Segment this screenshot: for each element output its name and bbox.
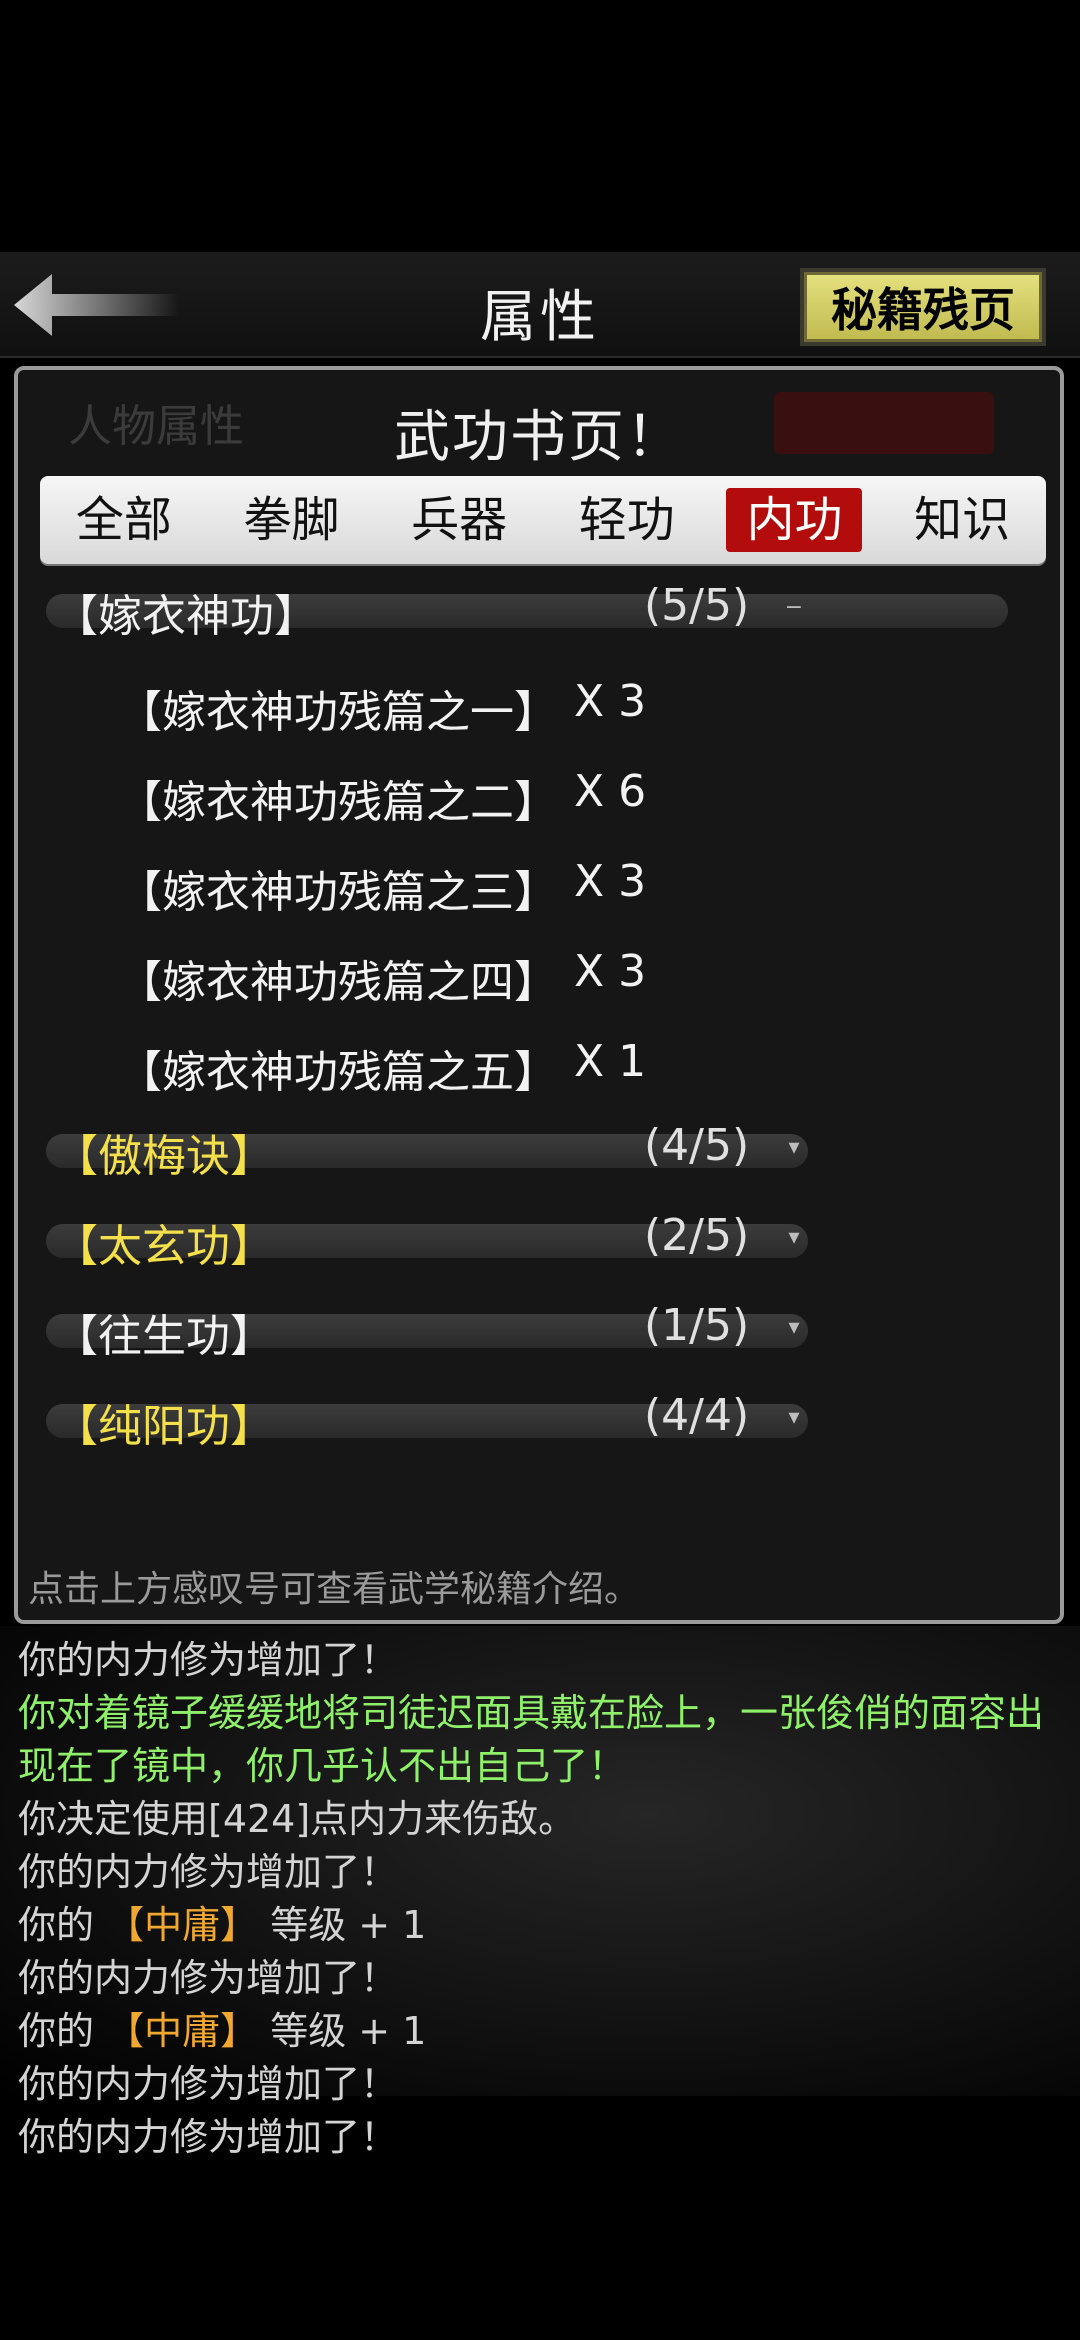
- skill-group-count: (4/4): [644, 1390, 750, 1441]
- fragment-item[interactable]: 【嫁衣神功残篇之四】 X 3: [18, 926, 1058, 1016]
- fragment-name: 【嫁衣神功残篇之四】: [118, 957, 558, 1008]
- skill-group[interactable]: 【往生功】 (1/5) ▾: [18, 1286, 1058, 1376]
- skill-group-name: 【纯阳功】: [54, 1401, 274, 1452]
- log-line: 你的 【中庸】 等级 + 1: [18, 2005, 1068, 2058]
- martial-pages-panel: 人物属性 武功书页！ 全部 拳脚 兵器 轻功 内功 知识 【嫁衣神功】 (5/5) − 【嫁衣神…: [14, 366, 1064, 1624]
- hint-text: 点击上方感叹号可查看武学秘籍介绍。: [28, 1569, 641, 1610]
- expand-icon[interactable]: ▾: [774, 1312, 814, 1342]
- log-line: 你对着镜子缓缓地将司徒迟面具戴在脸上，一张俊俏的面容出现在了镜中，你几乎认不出自…: [18, 1691, 1045, 1788]
- skill-group[interactable]: 【嫁衣神功】 (5/5) −: [18, 566, 1058, 656]
- skill-group-name: 【傲梅诀】: [54, 1131, 274, 1182]
- log-line: 你的 【中庸】 等级 + 1: [18, 1899, 1068, 1952]
- skill-group[interactable]: 【纯阳功】 (4/4) ▾: [18, 1376, 1058, 1466]
- fragment-item[interactable]: 【嫁衣神功残篇之三】 X 3: [18, 836, 1058, 926]
- log-line: 你的内力修为增加了！: [18, 1956, 399, 2000]
- status-area: [0, 0, 1080, 252]
- expand-icon[interactable]: ▾: [774, 1402, 814, 1432]
- skill-group-count: (1/5): [644, 1300, 750, 1351]
- skill-list: 【嫁衣神功】 (5/5) − 【嫁衣神功残篇之一】 X 3 【嫁衣神功残篇之二】 X 6 【嫁…: [18, 566, 1058, 1466]
- fragment-item[interactable]: 【嫁衣神功残篇之五】 X 1: [18, 1016, 1058, 1106]
- fragment-name: 【嫁衣神功残篇之一】: [118, 687, 558, 738]
- fragment-name: 【嫁衣神功残篇之二】: [118, 777, 558, 828]
- log-line: 你的内力修为增加了！: [18, 1638, 399, 1682]
- log-text: 等级 + 1: [258, 1903, 427, 1947]
- fragment-quantity: X 3: [574, 676, 647, 727]
- modal-title: 武功书页！: [18, 392, 1060, 473]
- fragment-name: 【嫁衣神功残篇之五】: [118, 1047, 558, 1098]
- fragment-quantity: X 6: [574, 766, 647, 817]
- skill-group-count: (5/5): [644, 580, 750, 631]
- tab-2[interactable]: 兵器: [391, 488, 527, 552]
- skill-group[interactable]: 【太玄功】 (2/5) ▾: [18, 1196, 1058, 1286]
- fragment-quantity: X 3: [574, 856, 647, 907]
- log-line: 你的内力修为增加了！: [18, 2115, 399, 2159]
- skill-group[interactable]: 【傲梅诀】 (4/5) ▾: [18, 1106, 1058, 1196]
- skill-group-name: 【往生功】: [54, 1311, 274, 1362]
- collapse-icon[interactable]: −: [774, 592, 814, 622]
- tab-4[interactable]: 内功: [726, 488, 863, 552]
- log-skill-name: 【中庸】: [106, 1903, 259, 1947]
- expand-icon[interactable]: ▾: [774, 1132, 814, 1162]
- fragment-quantity: X 1: [574, 1036, 647, 1087]
- message-log: 你的内力修为增加了！ 你对着镜子缓缓地将司徒迟面具戴在脸上，一张俊俏的面容出现在了…: [18, 1634, 1068, 2164]
- fragment-item[interactable]: 【嫁衣神功残篇之二】 X 6: [18, 746, 1058, 836]
- skill-group-name: 【太玄功】: [54, 1221, 274, 1272]
- modal-title-text: 武功书页！: [394, 405, 684, 470]
- log-text: 你的: [18, 2009, 107, 2053]
- log-line: 你的内力修为增加了！: [18, 1850, 399, 1894]
- fragment-quantity: X 3: [574, 946, 647, 997]
- skill-group-count: (2/5): [644, 1210, 750, 1261]
- header: 属性 秘籍残页: [0, 252, 1080, 358]
- log-text: 你的: [18, 1903, 107, 1947]
- expand-icon[interactable]: ▾: [774, 1222, 814, 1252]
- tab-3[interactable]: 轻功: [559, 488, 695, 552]
- log-line: 你的内力修为增加了！: [18, 2062, 399, 2106]
- tab-0[interactable]: 全部: [56, 488, 192, 552]
- fragment-name: 【嫁衣神功残篇之三】: [118, 867, 558, 918]
- tab-1[interactable]: 拳脚: [223, 488, 359, 552]
- tab-5[interactable]: 知识: [894, 488, 1030, 552]
- log-line: 你决定使用[424]点内力来伤敌。: [18, 1797, 577, 1841]
- log-text: 等级 + 1: [258, 2009, 427, 2053]
- category-tabs: 全部 拳脚 兵器 轻功 内功 知识: [40, 476, 1046, 564]
- skill-group-count: (4/5): [644, 1120, 750, 1171]
- secret-pages-button[interactable]: 秘籍残页: [800, 268, 1046, 346]
- log-skill-name: 【中庸】: [106, 2009, 259, 2053]
- fragment-item[interactable]: 【嫁衣神功残篇之一】 X 3: [18, 656, 1058, 746]
- skill-group-name: 【嫁衣神功】: [54, 591, 318, 642]
